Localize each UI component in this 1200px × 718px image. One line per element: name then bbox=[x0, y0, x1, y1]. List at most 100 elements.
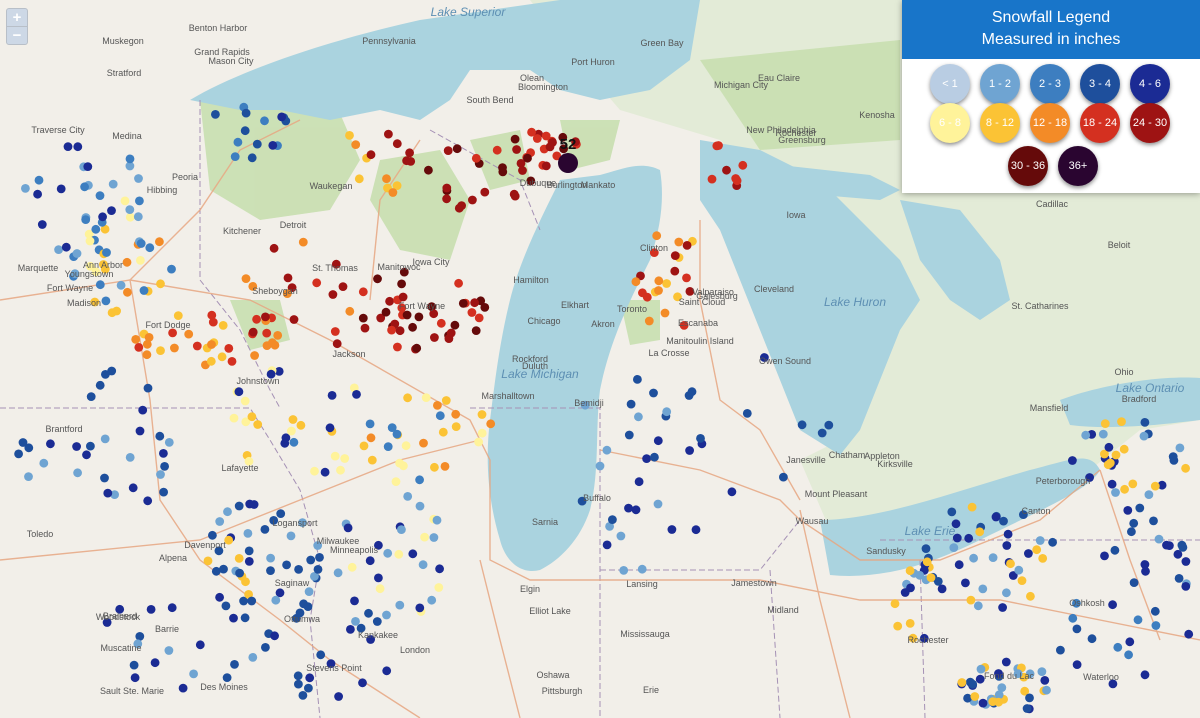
snowfall-dot[interactable] bbox=[1175, 443, 1185, 453]
snowfall-dot[interactable] bbox=[261, 312, 270, 322]
snowfall-dot[interactable] bbox=[1139, 431, 1149, 441]
snowfall-dot[interactable] bbox=[402, 310, 412, 320]
snowfall-dot[interactable] bbox=[420, 532, 429, 542]
snowfall-dot[interactable] bbox=[203, 556, 213, 566]
snowfall-dot[interactable] bbox=[492, 145, 502, 155]
snowfall-dot[interactable] bbox=[1135, 503, 1145, 513]
snowfall-dot[interactable] bbox=[241, 274, 251, 283]
snowfall-dot[interactable] bbox=[325, 423, 335, 433]
snowfall-dot[interactable] bbox=[436, 318, 446, 328]
snowfall-dot[interactable] bbox=[351, 140, 361, 150]
snowfall-dot[interactable] bbox=[1003, 529, 1013, 539]
snowfall-dot[interactable] bbox=[674, 237, 684, 247]
snowfall-dot[interactable] bbox=[241, 577, 250, 587]
snowfall-dot[interactable] bbox=[234, 501, 244, 511]
snowfall-dot[interactable] bbox=[1178, 543, 1188, 552]
snowfall-dot[interactable] bbox=[624, 430, 634, 440]
snowfall-dot[interactable] bbox=[81, 215, 91, 225]
snowfall-dot[interactable] bbox=[954, 560, 964, 570]
snowfall-dot[interactable] bbox=[125, 212, 135, 222]
snowfall-dot[interactable] bbox=[440, 462, 450, 471]
snowfall-dot[interactable] bbox=[382, 610, 391, 620]
snowfall-dot[interactable] bbox=[452, 144, 462, 154]
snowfall-dot[interactable] bbox=[969, 553, 978, 563]
snowfall-dot[interactable] bbox=[1105, 458, 1115, 468]
snowfall-dot[interactable] bbox=[130, 673, 140, 683]
snowfall-dot[interactable] bbox=[961, 578, 970, 588]
snowfall-dot[interactable] bbox=[480, 187, 490, 197]
snowfall-dot[interactable] bbox=[366, 433, 376, 443]
snowfall-dot[interactable] bbox=[1181, 582, 1191, 591]
snowfall-dot[interactable] bbox=[670, 266, 680, 276]
snowfall-dot[interactable] bbox=[642, 292, 652, 302]
snowfall-dot[interactable] bbox=[150, 658, 160, 668]
snowfall-dot[interactable] bbox=[964, 533, 974, 543]
snowfall-dot[interactable] bbox=[215, 517, 225, 526]
snowfall-dot[interactable] bbox=[18, 438, 28, 447]
snowfall-dot[interactable] bbox=[298, 691, 308, 700]
snowfall-dot[interactable] bbox=[1017, 576, 1027, 585]
snowfall-dot[interactable] bbox=[446, 328, 456, 338]
snowfall-dot[interactable] bbox=[240, 396, 250, 406]
snowfall-dot[interactable] bbox=[155, 237, 164, 247]
snowfall-dot[interactable] bbox=[1181, 557, 1191, 566]
snowfall-dot[interactable] bbox=[289, 315, 299, 324]
snowfall-dot[interactable] bbox=[296, 420, 306, 430]
snowfall-dot[interactable] bbox=[1038, 554, 1048, 563]
snowfall-dot[interactable] bbox=[247, 153, 257, 163]
snowfall-dot[interactable] bbox=[240, 126, 250, 136]
snowfall-dot[interactable] bbox=[429, 533, 439, 542]
snowfall-dot[interactable] bbox=[313, 565, 323, 574]
snowfall-dot[interactable] bbox=[1040, 676, 1050, 685]
snowfall-dot[interactable] bbox=[219, 564, 228, 574]
snowfall-dot[interactable] bbox=[1100, 419, 1110, 428]
snowfall-dot[interactable] bbox=[441, 396, 451, 405]
snowfall-dot[interactable] bbox=[654, 286, 663, 295]
snowfall-dot[interactable] bbox=[817, 428, 827, 438]
snowfall-dot[interactable] bbox=[86, 392, 96, 401]
snowfall-dot[interactable] bbox=[966, 595, 976, 605]
snowfall-dot[interactable] bbox=[403, 393, 412, 403]
snowfall-dot[interactable] bbox=[320, 467, 330, 477]
snowfall-dot[interactable] bbox=[998, 603, 1007, 612]
snowfall-dot[interactable] bbox=[269, 243, 279, 253]
snowfall-dot[interactable] bbox=[249, 500, 259, 509]
snowfall-dot[interactable] bbox=[383, 442, 393, 451]
snowfall-dot[interactable] bbox=[430, 333, 439, 342]
snowfall-dot[interactable] bbox=[102, 248, 111, 257]
snowfall-dot[interactable] bbox=[354, 174, 364, 184]
zoom-out-button[interactable]: − bbox=[7, 26, 27, 44]
snowfall-dot[interactable] bbox=[122, 257, 132, 267]
snowfall-dot[interactable] bbox=[195, 640, 205, 650]
snowfall-dot[interactable] bbox=[230, 152, 240, 162]
snowfall-dot[interactable] bbox=[347, 562, 357, 572]
snowfall-dot[interactable] bbox=[1128, 479, 1138, 489]
snowfall-dot[interactable] bbox=[358, 678, 367, 688]
snowfall-dot[interactable] bbox=[999, 516, 1008, 526]
snowfall-dot[interactable] bbox=[1068, 613, 1078, 623]
snowfall-dot[interactable] bbox=[624, 503, 633, 513]
snowfall-dot[interactable] bbox=[1014, 565, 1024, 575]
snowfall-dot[interactable] bbox=[696, 434, 705, 443]
snowfall-dot[interactable] bbox=[14, 449, 23, 459]
snowfall-dot[interactable] bbox=[350, 596, 359, 606]
snowfall-dot[interactable] bbox=[306, 555, 316, 565]
snowfall-dot[interactable] bbox=[477, 428, 487, 438]
snowfall-dot[interactable] bbox=[471, 153, 481, 163]
snowfall-dot[interactable] bbox=[1149, 516, 1158, 526]
snowfall-dot[interactable] bbox=[1026, 591, 1035, 601]
snowfall-dot[interactable] bbox=[900, 588, 910, 597]
snowfall-dot[interactable] bbox=[1042, 685, 1051, 695]
snowfall-dot[interactable] bbox=[1117, 417, 1126, 426]
snowfall-dot[interactable] bbox=[454, 278, 463, 288]
snowfall-dot[interactable] bbox=[1110, 545, 1120, 555]
snowfall-dot[interactable] bbox=[1129, 578, 1139, 587]
snowfall-dot[interactable] bbox=[328, 290, 338, 299]
snowfall-dot[interactable] bbox=[156, 279, 165, 289]
snowfall-dot[interactable] bbox=[365, 556, 375, 566]
snowfall-dot[interactable] bbox=[385, 296, 394, 306]
snowfall-dot[interactable] bbox=[727, 487, 737, 497]
snowfall-dot[interactable] bbox=[240, 613, 250, 623]
snowfall-dot[interactable] bbox=[973, 601, 983, 611]
snowfall-dot[interactable] bbox=[304, 683, 313, 693]
